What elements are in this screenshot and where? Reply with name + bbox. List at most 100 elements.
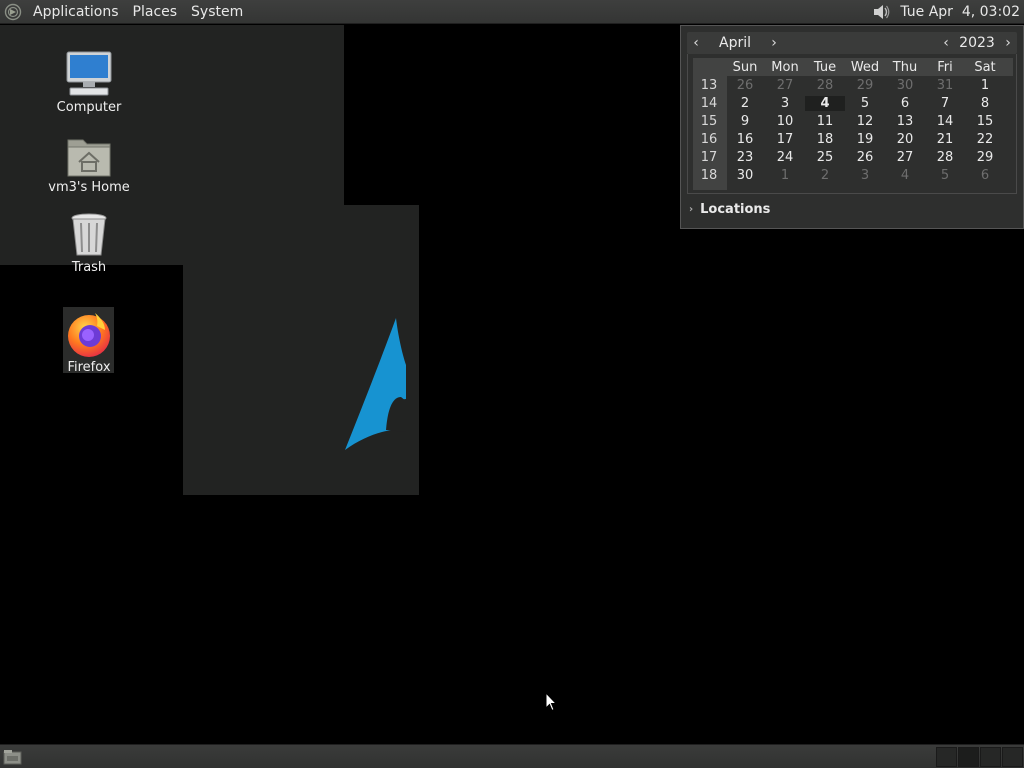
firefox-icon <box>63 306 115 358</box>
calendar-day[interactable]: 2 <box>725 96 765 111</box>
weekday-header: Mon <box>771 59 799 75</box>
calendar-day[interactable]: 22 <box>965 132 1005 147</box>
desktop-icon-label: vm3's Home <box>48 180 130 195</box>
computer-icon <box>63 46 115 98</box>
calendar-day[interactable]: 9 <box>725 114 765 129</box>
calendar-day[interactable]: 26 <box>845 150 885 165</box>
calendar-day[interactable]: 10 <box>765 114 805 129</box>
clock[interactable]: Tue Apr 4, 03:02 <box>896 4 1024 20</box>
calendar-week-row: 15 9 10 11 12 13 14 15 <box>693 112 1013 130</box>
home-folder-icon <box>63 126 115 178</box>
calendar-day[interactable]: 27 <box>765 78 805 93</box>
calendar-day[interactable]: 20 <box>885 132 925 147</box>
weekday-header: Sun <box>732 59 758 75</box>
calendar-day[interactable]: 19 <box>845 132 885 147</box>
weekday-header: Fri <box>937 59 953 75</box>
trash-icon <box>63 206 115 258</box>
calendar-popup: ‹ April › ‹ 2023 › Sun Mon Tue Wed Thu F… <box>680 25 1024 229</box>
calendar-day[interactable]: 1 <box>965 78 1005 93</box>
calendar-week-row: 14 2 3 4 5 6 7 8 <box>693 94 1013 112</box>
week-number: 15 <box>700 113 718 129</box>
calendar-week-row: 17 23 24 25 26 27 28 29 <box>693 148 1013 166</box>
top-panel: Applications Places System Tue Apr 4, 03… <box>0 0 1024 24</box>
workspace-switcher-2[interactable] <box>958 747 979 767</box>
calendar-day[interactable]: 1 <box>765 168 805 183</box>
bottom-panel <box>0 744 1024 768</box>
desktop-icon-trash[interactable]: Trash <box>44 206 134 275</box>
desktop-icon-home[interactable]: vm3's Home <box>44 126 134 195</box>
calendar-day[interactable]: 14 <box>925 114 965 129</box>
calendar-day[interactable]: 3 <box>765 96 805 111</box>
week-number: 13 <box>700 77 718 93</box>
calendar-day[interactable]: 28 <box>925 150 965 165</box>
calendar-month: April <box>719 35 751 51</box>
arch-linux-logo-icon <box>345 318 406 450</box>
calendar-day[interactable]: 29 <box>965 150 1005 165</box>
main-menu-logo-icon[interactable] <box>0 0 26 24</box>
calendar-day[interactable]: 31 <box>925 78 965 93</box>
next-year-icon[interactable]: › <box>999 35 1017 51</box>
volume-icon[interactable] <box>866 0 896 24</box>
calendar-week-row: 16 16 17 18 19 20 21 22 <box>693 130 1013 148</box>
calendar-day[interactable]: 18 <box>805 132 845 147</box>
calendar-header: ‹ April › ‹ 2023 › <box>687 32 1017 54</box>
week-number: 16 <box>700 131 718 147</box>
desktop-icon-label: Trash <box>71 260 107 275</box>
calendar-day[interactable]: 4 <box>885 168 925 183</box>
locations-expander[interactable]: › Locations <box>689 202 770 217</box>
calendar-week-row: 18 30 1 2 3 4 5 6 <box>693 166 1013 184</box>
expander-arrow-icon: › <box>689 204 694 215</box>
weekday-header-row: Sun Mon Tue Wed Thu Fri Sat <box>693 58 1013 76</box>
calendar-day[interactable]: 23 <box>725 150 765 165</box>
calendar-day[interactable]: 25 <box>805 150 845 165</box>
calendar-day[interactable]: 27 <box>885 150 925 165</box>
calendar-day[interactable]: 7 <box>925 96 965 111</box>
mouse-cursor-icon <box>545 692 557 712</box>
weekday-header: Tue <box>813 59 837 75</box>
calendar-day[interactable]: 4 <box>805 95 845 111</box>
desktop-icon-label: Computer <box>56 100 122 115</box>
calendar-day[interactable]: 3 <box>845 168 885 183</box>
workspace-switcher-1[interactable] <box>936 747 957 767</box>
week-number: 18 <box>700 167 718 183</box>
prev-month-icon[interactable]: ‹ <box>687 35 705 51</box>
calendar-day[interactable]: 13 <box>885 114 925 129</box>
calendar-day[interactable]: 15 <box>965 114 1005 129</box>
weekday-header: Wed <box>850 59 880 75</box>
calendar-week-row: 13 26 27 28 29 30 31 1 <box>693 76 1013 94</box>
menu-system[interactable]: System <box>184 0 250 24</box>
menu-applications[interactable]: Applications <box>26 0 126 24</box>
calendar-day[interactable]: 5 <box>925 168 965 183</box>
calendar-day[interactable]: 6 <box>965 168 1005 183</box>
wallpaper-pane <box>183 205 419 495</box>
calendar-day[interactable]: 30 <box>885 78 925 93</box>
calendar-grid: Sun Mon Tue Wed Thu Fri Sat 13 26 27 28 29 30… <box>693 58 1013 184</box>
calendar-year: 2023 <box>959 35 995 51</box>
prev-year-icon[interactable]: ‹ <box>937 35 955 51</box>
workspace-switcher-3[interactable] <box>980 747 1001 767</box>
workspace-switcher-4[interactable] <box>1002 747 1023 767</box>
calendar-day[interactable]: 2 <box>805 168 845 183</box>
calendar-day[interactable]: 28 <box>805 78 845 93</box>
show-desktop-icon[interactable] <box>3 749 23 765</box>
calendar-day[interactable]: 6 <box>885 96 925 111</box>
calendar-day[interactable]: 8 <box>965 96 1005 111</box>
calendar-day[interactable]: 5 <box>845 96 885 111</box>
calendar-day[interactable]: 30 <box>725 168 765 183</box>
weekday-header: Sat <box>974 59 996 75</box>
calendar-day[interactable]: 16 <box>725 132 765 147</box>
menu-places[interactable]: Places <box>126 0 185 24</box>
next-month-icon[interactable]: › <box>765 35 783 51</box>
weekday-header: Thu <box>892 59 918 75</box>
week-number: 17 <box>700 149 718 165</box>
desktop-icon-firefox[interactable]: Firefox <box>44 306 134 375</box>
calendar-day[interactable]: 11 <box>805 114 845 129</box>
calendar-day[interactable]: 12 <box>845 114 885 129</box>
calendar-day[interactable]: 21 <box>925 132 965 147</box>
calendar-day[interactable]: 24 <box>765 150 805 165</box>
calendar-day[interactable]: 17 <box>765 132 805 147</box>
desktop-icon-computer[interactable]: Computer <box>44 46 134 115</box>
calendar-day[interactable]: 29 <box>845 78 885 93</box>
locations-label: Locations <box>700 202 771 217</box>
calendar-day[interactable]: 26 <box>725 78 765 93</box>
